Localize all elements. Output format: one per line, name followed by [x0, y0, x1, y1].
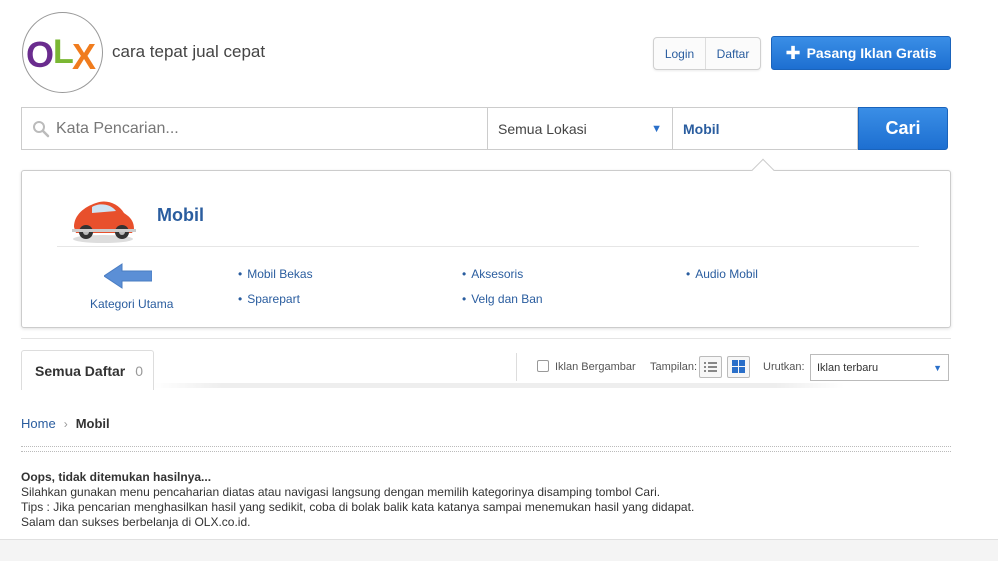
- post-ad-button[interactable]: ✚ Pasang Iklan Gratis: [771, 36, 951, 70]
- view-label: Tampilan:: [650, 361, 698, 373]
- tab-underline: [154, 383, 844, 388]
- category-value: Mobil: [683, 120, 720, 137]
- olx-logo-icon: O L X: [26, 33, 96, 77]
- subcategory-audio-mobil[interactable]: Audio Mobil: [686, 267, 758, 281]
- tab-all-listings[interactable]: Semua Daftar 0: [21, 350, 154, 390]
- svg-text:O: O: [26, 34, 54, 75]
- search-icon: [33, 120, 50, 137]
- search-submit-button[interactable]: Cari: [858, 107, 948, 150]
- location-value: Semua Lokasi: [498, 120, 587, 137]
- panel-divider: [57, 246, 919, 247]
- panel-notch: [751, 158, 775, 182]
- auth-box: Login Daftar: [653, 37, 761, 70]
- category-select[interactable]: Mobil: [673, 108, 857, 149]
- subcategory-sparepart[interactable]: Sparepart: [238, 292, 300, 306]
- tagline: cara tepat jual cepat: [112, 42, 266, 61]
- search-input[interactable]: [56, 119, 476, 138]
- no-results-line-2: Tips : Jika pencarian menghasilkan hasil…: [21, 500, 695, 514]
- sort-value: Iklan terbaru: [817, 361, 879, 374]
- category-title: Mobil: [157, 205, 204, 225]
- breadcrumb-current: Mobil: [75, 416, 110, 431]
- tab-label: Semua Daftar: [35, 362, 126, 379]
- svg-text:L: L: [53, 33, 74, 71]
- list-view-button[interactable]: [699, 356, 722, 378]
- list-view-icon: [704, 362, 717, 372]
- dropdown-arrow-icon: ▼: [933, 362, 942, 373]
- sort-label: Urutkan:: [763, 361, 805, 373]
- post-ad-label: Pasang Iklan Gratis: [806, 45, 937, 61]
- category-panel: Mobil Kategori Utama Mobil Bekas Aksesor…: [21, 158, 951, 328]
- grid-view-icon: [732, 360, 745, 373]
- image-only-checkbox[interactable]: [537, 360, 549, 372]
- location-select[interactable]: Semua Lokasi ▼: [488, 108, 673, 149]
- subcategory-velg-dan-ban[interactable]: Velg dan Ban: [462, 292, 542, 306]
- dropdown-arrow-icon: ▼: [651, 122, 662, 135]
- login-link[interactable]: Login: [654, 38, 706, 69]
- subcategory-aksesoris[interactable]: Aksesoris: [462, 267, 523, 281]
- olx-logo[interactable]: O L X: [22, 12, 103, 93]
- search-query-box: [22, 108, 488, 149]
- section-divider: [21, 338, 951, 339]
- subcategory-mobil-bekas[interactable]: Mobil Bekas: [238, 267, 312, 281]
- toolbar-separator: [516, 353, 517, 381]
- car-icon: [72, 201, 136, 243]
- tab-count: 0: [135, 362, 144, 379]
- plus-icon: ✚: [785, 43, 801, 63]
- search-bar: Semua Lokasi ▼ Mobil: [21, 107, 858, 150]
- no-results-line-1: Silahkan gunakan menu pencaharian diatas…: [21, 485, 661, 499]
- back-arrow-icon[interactable]: [104, 263, 152, 289]
- image-only-label: Iklan Bergambar: [555, 361, 636, 373]
- chevron-right-icon: ›: [63, 416, 68, 431]
- no-results-heading: Oops, tidak ditemukan hasilnya...: [21, 470, 212, 484]
- breadcrumb: Home › Mobil: [21, 416, 110, 431]
- main-category-link[interactable]: Kategori Utama: [90, 297, 173, 311]
- no-results-line-3: Salam dan sukses berbelanja di OLX.co.id…: [21, 515, 251, 529]
- breadcrumb-home[interactable]: Home: [21, 416, 56, 431]
- no-results-message: Oops, tidak ditemukan hasilnya... Silahk…: [21, 470, 694, 530]
- grid-view-button[interactable]: [727, 356, 750, 378]
- register-link[interactable]: Daftar: [706, 38, 760, 69]
- sort-select[interactable]: Iklan terbaru ▼: [810, 354, 949, 381]
- svg-text:X: X: [72, 36, 96, 77]
- footer-strip: [0, 539, 998, 561]
- dotted-divider: [21, 446, 951, 452]
